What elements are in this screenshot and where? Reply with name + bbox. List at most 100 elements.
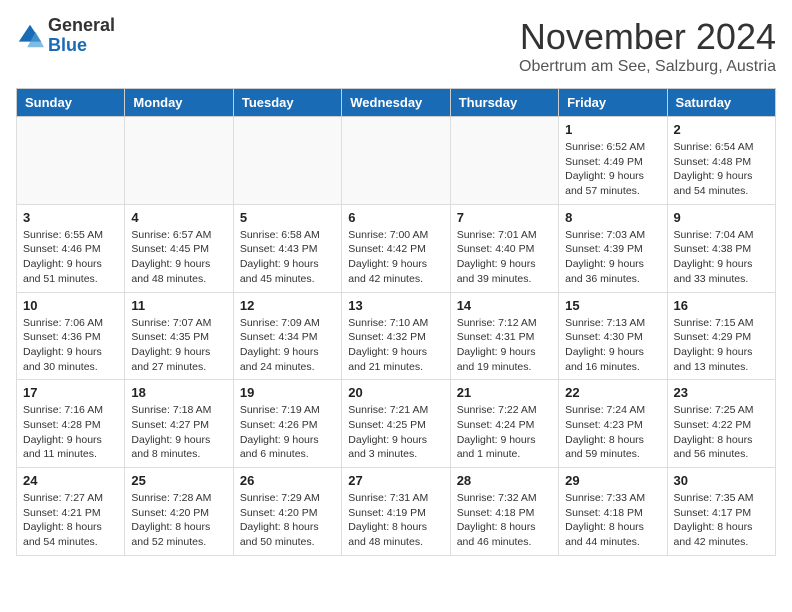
day-number: 1	[565, 122, 660, 137]
calendar-cell: 22 Sunrise: 7:24 AM Sunset: 4:23 PM Dayli…	[559, 380, 667, 468]
day-number: 23	[674, 385, 769, 400]
calendar-cell: 4Sunrise: 6:57 AM Sunset: 4:45 PM Daylig…	[125, 204, 233, 292]
calendar-cell: 16 Sunrise: 7:15 AM Sunset: 4:29 PM Dayli…	[667, 292, 775, 380]
day-number: 7	[457, 210, 552, 225]
weekday-header-monday: Monday	[125, 89, 233, 117]
day-info: Sunrise: 7:16 AM Sunset: 4:28 PM Dayligh…	[23, 403, 118, 462]
calendar-cell: 2 Sunrise: 6:54 AM Sunset: 4:48 PM Daylig…	[667, 117, 775, 205]
day-number: 3	[23, 210, 118, 225]
calendar-cell: 1 Sunrise: 6:52 AM Sunset: 4:49 PM Daylig…	[559, 117, 667, 205]
day-number: 22	[565, 385, 660, 400]
day-info: Sunrise: 7:32 AM Sunset: 4:18 PM Dayligh…	[457, 491, 552, 550]
calendar-cell: 9 Sunrise: 7:04 AM Sunset: 4:38 PM Daylig…	[667, 204, 775, 292]
day-number: 17	[23, 385, 118, 400]
calendar-cell: 17 Sunrise: 7:16 AM Sunset: 4:28 PM Dayli…	[17, 380, 125, 468]
day-info: Sunrise: 7:25 AM Sunset: 4:22 PM Dayligh…	[674, 403, 769, 462]
day-info: Sunrise: 7:07 AM Sunset: 4:35 PM Dayligh…	[131, 316, 226, 375]
day-info: Sunrise: 7:09 AM Sunset: 4:34 PM Dayligh…	[240, 316, 335, 375]
week-row-1: 1 Sunrise: 6:52 AM Sunset: 4:49 PM Daylig…	[17, 117, 776, 205]
calendar-cell: 28 Sunrise: 7:32 AM Sunset: 4:18 PM Dayli…	[450, 468, 558, 556]
day-info: Sunrise: 7:24 AM Sunset: 4:23 PM Dayligh…	[565, 403, 660, 462]
calendar-cell: 13 Sunrise: 7:10 AM Sunset: 4:32 PM Dayli…	[342, 292, 450, 380]
weekday-header-thursday: Thursday	[450, 89, 558, 117]
day-number: 30	[674, 473, 769, 488]
day-info: Sunrise: 7:10 AM Sunset: 4:32 PM Dayligh…	[348, 316, 443, 375]
day-info: Sunrise: 7:13 AM Sunset: 4:30 PM Dayligh…	[565, 316, 660, 375]
day-number: 14	[457, 298, 552, 313]
weekday-header-wednesday: Wednesday	[342, 89, 450, 117]
logo-general-text: General	[48, 15, 115, 35]
day-info: Sunrise: 7:31 AM Sunset: 4:19 PM Dayligh…	[348, 491, 443, 550]
day-number: 9	[674, 210, 769, 225]
day-number: 13	[348, 298, 443, 313]
calendar-cell	[342, 117, 450, 205]
day-info: Sunrise: 7:03 AM Sunset: 4:39 PM Dayligh…	[565, 228, 660, 287]
day-info: Sunrise: 7:27 AM Sunset: 4:21 PM Dayligh…	[23, 491, 118, 550]
calendar-cell: 26Sunrise: 7:29 AM Sunset: 4:20 PM Dayli…	[233, 468, 341, 556]
weekday-header-saturday: Saturday	[667, 89, 775, 117]
calendar-cell: 15 Sunrise: 7:13 AM Sunset: 4:30 PM Dayli…	[559, 292, 667, 380]
week-row-5: 24Sunrise: 7:27 AM Sunset: 4:21 PM Dayli…	[17, 468, 776, 556]
calendar-cell	[125, 117, 233, 205]
page-header: General Blue November 2024 Obertrum am S…	[16, 16, 776, 76]
day-number: 27	[348, 473, 443, 488]
day-info: Sunrise: 6:54 AM Sunset: 4:48 PM Dayligh…	[674, 140, 769, 199]
month-title: November 2024	[519, 16, 776, 58]
day-info: Sunrise: 7:15 AM Sunset: 4:29 PM Dayligh…	[674, 316, 769, 375]
calendar-cell: 30 Sunrise: 7:35 AM Sunset: 4:17 PM Dayli…	[667, 468, 775, 556]
calendar-cell: 20Sunrise: 7:21 AM Sunset: 4:25 PM Dayli…	[342, 380, 450, 468]
calendar-cell: 11Sunrise: 7:07 AM Sunset: 4:35 PM Dayli…	[125, 292, 233, 380]
day-number: 16	[674, 298, 769, 313]
logo-icon	[16, 22, 44, 50]
week-row-4: 17 Sunrise: 7:16 AM Sunset: 4:28 PM Dayli…	[17, 380, 776, 468]
calendar-cell: 18Sunrise: 7:18 AM Sunset: 4:27 PM Dayli…	[125, 380, 233, 468]
weekday-header-row: SundayMondayTuesdayWednesdayThursdayFrid…	[17, 89, 776, 117]
calendar-cell	[17, 117, 125, 205]
day-info: Sunrise: 7:06 AM Sunset: 4:36 PM Dayligh…	[23, 316, 118, 375]
day-info: Sunrise: 7:19 AM Sunset: 4:26 PM Dayligh…	[240, 403, 335, 462]
day-info: Sunrise: 6:58 AM Sunset: 4:43 PM Dayligh…	[240, 228, 335, 287]
location-text: Obertrum am See, Salzburg, Austria	[519, 58, 776, 76]
day-info: Sunrise: 7:22 AM Sunset: 4:24 PM Dayligh…	[457, 403, 552, 462]
day-info: Sunrise: 7:00 AM Sunset: 4:42 PM Dayligh…	[348, 228, 443, 287]
day-number: 4	[131, 210, 226, 225]
day-number: 25	[131, 473, 226, 488]
day-number: 15	[565, 298, 660, 313]
calendar-cell: 3 Sunrise: 6:55 AM Sunset: 4:46 PM Daylig…	[17, 204, 125, 292]
day-number: 12	[240, 298, 335, 313]
calendar-cell	[233, 117, 341, 205]
weekday-header-friday: Friday	[559, 89, 667, 117]
calendar-cell: 10 Sunrise: 7:06 AM Sunset: 4:36 PM Dayli…	[17, 292, 125, 380]
calendar-cell: 6 Sunrise: 7:00 AM Sunset: 4:42 PM Daylig…	[342, 204, 450, 292]
logo-blue-text: Blue	[48, 35, 87, 55]
calendar-cell: 12 Sunrise: 7:09 AM Sunset: 4:34 PM Dayli…	[233, 292, 341, 380]
day-number: 26	[240, 473, 335, 488]
day-number: 21	[457, 385, 552, 400]
calendar-cell: 7Sunrise: 7:01 AM Sunset: 4:40 PM Daylig…	[450, 204, 558, 292]
day-number: 2	[674, 122, 769, 137]
day-info: Sunrise: 6:52 AM Sunset: 4:49 PM Dayligh…	[565, 140, 660, 199]
day-number: 6	[348, 210, 443, 225]
day-info: Sunrise: 7:35 AM Sunset: 4:17 PM Dayligh…	[674, 491, 769, 550]
week-row-2: 3 Sunrise: 6:55 AM Sunset: 4:46 PM Daylig…	[17, 204, 776, 292]
day-number: 19	[240, 385, 335, 400]
day-info: Sunrise: 7:04 AM Sunset: 4:38 PM Dayligh…	[674, 228, 769, 287]
calendar-cell: 25 Sunrise: 7:28 AM Sunset: 4:20 PM Dayli…	[125, 468, 233, 556]
day-info: Sunrise: 7:18 AM Sunset: 4:27 PM Dayligh…	[131, 403, 226, 462]
calendar-cell: 27 Sunrise: 7:31 AM Sunset: 4:19 PM Dayli…	[342, 468, 450, 556]
day-number: 29	[565, 473, 660, 488]
calendar-cell: 29 Sunrise: 7:33 AM Sunset: 4:18 PM Dayli…	[559, 468, 667, 556]
weekday-header-sunday: Sunday	[17, 89, 125, 117]
calendar-cell: 23 Sunrise: 7:25 AM Sunset: 4:22 PM Dayli…	[667, 380, 775, 468]
day-number: 20	[348, 385, 443, 400]
calendar-cell: 21 Sunrise: 7:22 AM Sunset: 4:24 PM Dayli…	[450, 380, 558, 468]
day-number: 10	[23, 298, 118, 313]
day-number: 28	[457, 473, 552, 488]
day-info: Sunrise: 7:33 AM Sunset: 4:18 PM Dayligh…	[565, 491, 660, 550]
day-info: Sunrise: 7:12 AM Sunset: 4:31 PM Dayligh…	[457, 316, 552, 375]
day-info: Sunrise: 7:28 AM Sunset: 4:20 PM Dayligh…	[131, 491, 226, 550]
day-info: Sunrise: 6:55 AM Sunset: 4:46 PM Dayligh…	[23, 228, 118, 287]
day-number: 8	[565, 210, 660, 225]
calendar-cell: 14 Sunrise: 7:12 AM Sunset: 4:31 PM Dayli…	[450, 292, 558, 380]
calendar-cell	[450, 117, 558, 205]
